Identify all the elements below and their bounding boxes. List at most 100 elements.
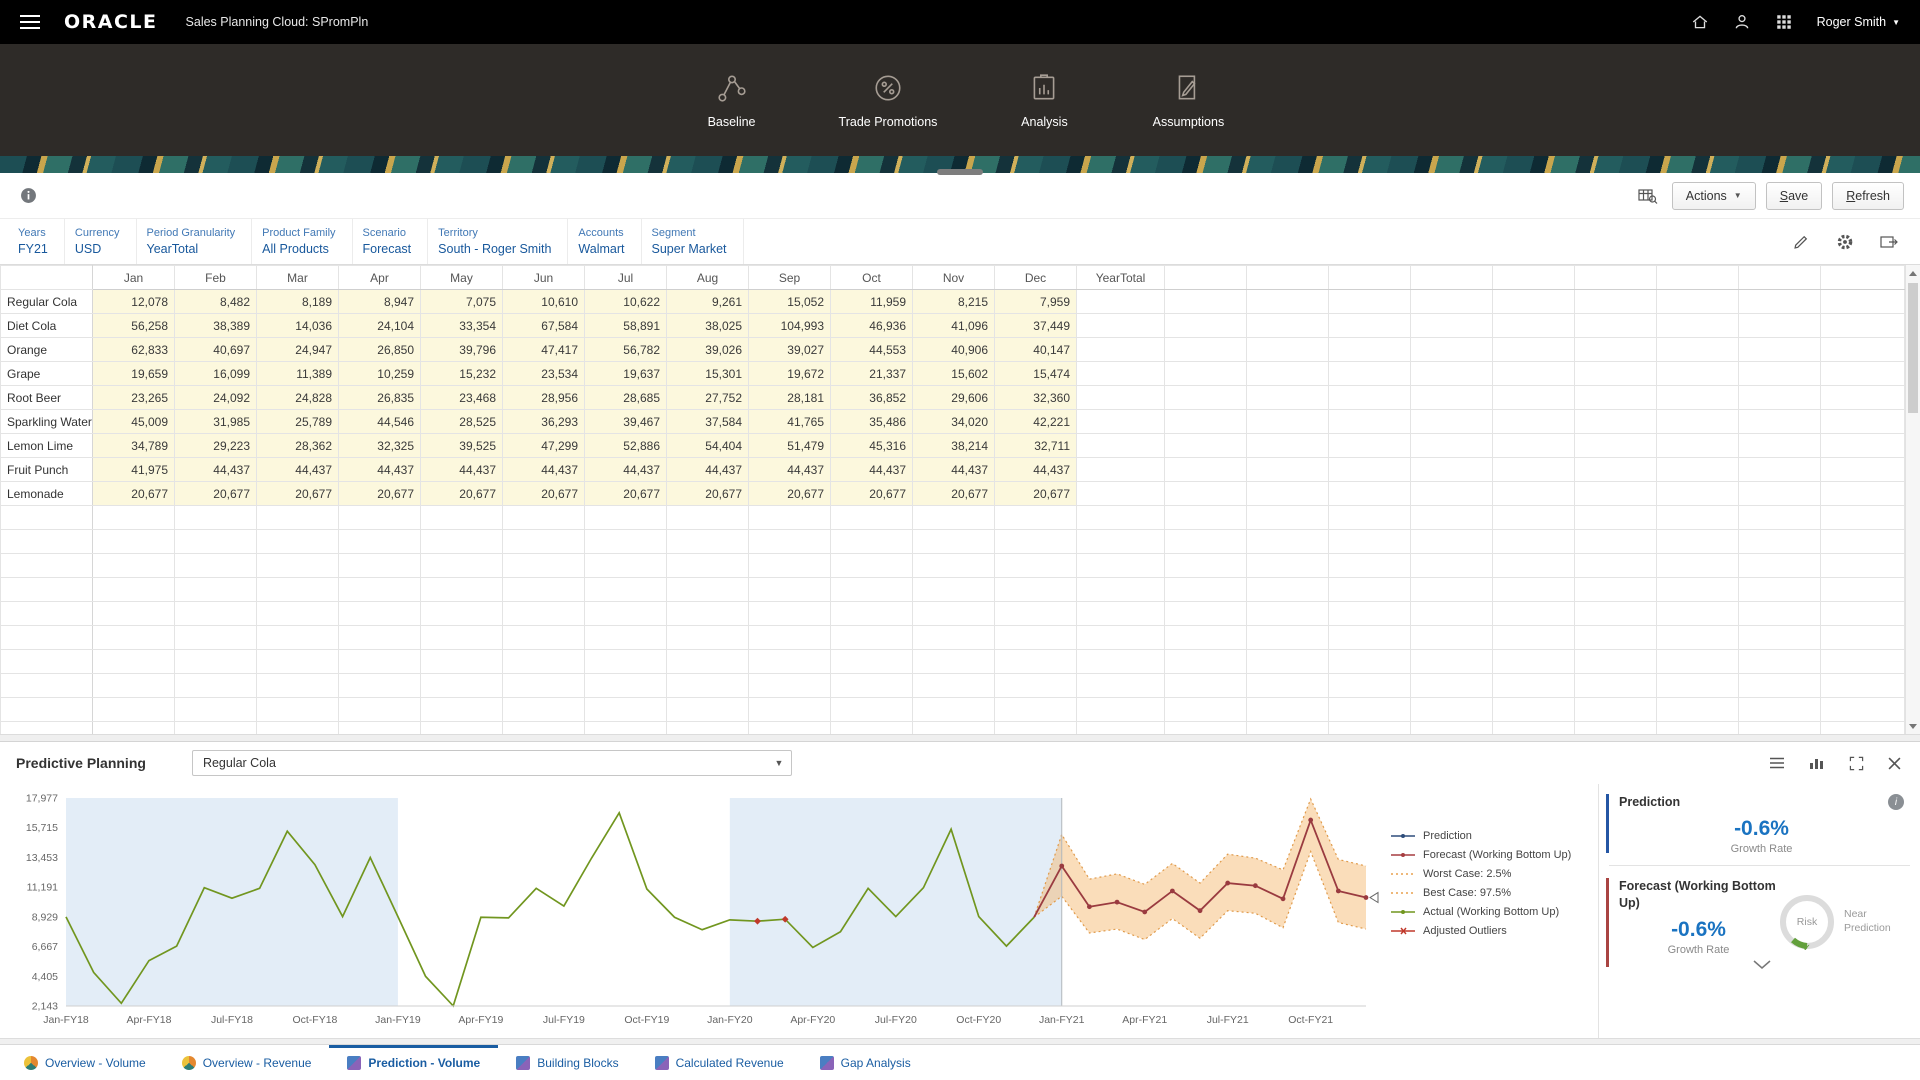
- grid-cell[interactable]: 21,337: [831, 362, 913, 386]
- grid-cell[interactable]: 28,685: [585, 386, 667, 410]
- grid-cell[interactable]: 12,078: [93, 290, 175, 314]
- grid-cell[interactable]: 23,534: [503, 362, 585, 386]
- panel-resize-gutter[interactable]: [0, 734, 1920, 742]
- grid-cell[interactable]: 37,449: [995, 314, 1077, 338]
- user-menu[interactable]: Roger Smith ▼: [1817, 15, 1900, 29]
- grid-cell[interactable]: [1077, 338, 1165, 362]
- grid-cell[interactable]: 20,677: [257, 482, 339, 506]
- grid-cell[interactable]: 20,677: [93, 482, 175, 506]
- grid-cell[interactable]: 38,025: [667, 314, 749, 338]
- open-pov-window-icon[interactable]: [1876, 230, 1902, 254]
- grid-cell[interactable]: 39,026: [667, 338, 749, 362]
- grid-cell[interactable]: 23,468: [421, 386, 503, 410]
- grid-cell[interactable]: 19,672: [749, 362, 831, 386]
- tab-gap-analysis[interactable]: Gap Analysis: [802, 1045, 929, 1080]
- grid-cell[interactable]: 35,486: [831, 410, 913, 434]
- home-icon[interactable]: [1691, 13, 1709, 31]
- grid-cell[interactable]: 15,474: [995, 362, 1077, 386]
- grid-cell[interactable]: [1077, 314, 1165, 338]
- grid-cell[interactable]: 40,147: [995, 338, 1077, 362]
- grid-cell[interactable]: 24,947: [257, 338, 339, 362]
- expand-chevron-icon[interactable]: [1619, 956, 1904, 969]
- grid-cell[interactable]: 19,659: [93, 362, 175, 386]
- grid-cell[interactable]: 40,906: [913, 338, 995, 362]
- column-header-apr[interactable]: Apr: [339, 266, 421, 290]
- grid-cell[interactable]: 15,232: [421, 362, 503, 386]
- column-header-yeartotal[interactable]: YearTotal: [1077, 266, 1165, 290]
- grid-cell[interactable]: 52,886: [585, 434, 667, 458]
- row-header[interactable]: Fruit Punch: [1, 458, 93, 482]
- grid-cell[interactable]: 20,677: [831, 482, 913, 506]
- collapse-handle[interactable]: [937, 169, 983, 175]
- module-analysis[interactable]: Analysis: [1007, 72, 1081, 129]
- row-header[interactable]: Grape: [1, 362, 93, 386]
- menu-icon[interactable]: [20, 15, 40, 29]
- grid-cell[interactable]: 44,437: [749, 458, 831, 482]
- grid-cell[interactable]: 36,293: [503, 410, 585, 434]
- grid-cell[interactable]: 8,189: [257, 290, 339, 314]
- grid-cell[interactable]: 26,850: [339, 338, 421, 362]
- column-header-may[interactable]: May: [421, 266, 503, 290]
- grid-cell[interactable]: 8,947: [339, 290, 421, 314]
- grid-cell[interactable]: 20,677: [667, 482, 749, 506]
- grid-cell[interactable]: 44,437: [421, 458, 503, 482]
- grid-cell[interactable]: 44,437: [667, 458, 749, 482]
- grid-cell[interactable]: 11,959: [831, 290, 913, 314]
- grid-cell[interactable]: 37,584: [667, 410, 749, 434]
- tab-building-blocks[interactable]: Building Blocks: [498, 1045, 636, 1080]
- grid-cell[interactable]: 45,009: [93, 410, 175, 434]
- scroll-up-button[interactable]: [1906, 265, 1920, 281]
- grid-cell[interactable]: 10,610: [503, 290, 585, 314]
- grid-cell[interactable]: 51,479: [749, 434, 831, 458]
- grid-cell[interactable]: 42,221: [995, 410, 1077, 434]
- column-header-jun[interactable]: Jun: [503, 266, 585, 290]
- grid-cell[interactable]: 27,752: [667, 386, 749, 410]
- grid-cell[interactable]: 29,606: [913, 386, 995, 410]
- refresh-button[interactable]: Refresh: [1832, 182, 1904, 210]
- info-icon[interactable]: [16, 183, 41, 208]
- grid-cell[interactable]: [1077, 410, 1165, 434]
- member-selector[interactable]: Regular Cola ▼: [192, 750, 792, 776]
- pov-product-family[interactable]: Product Family All Products: [252, 219, 352, 264]
- chart-type-icon[interactable]: [1806, 753, 1828, 773]
- grid-cell[interactable]: 31,985: [175, 410, 257, 434]
- close-icon[interactable]: [1885, 754, 1904, 773]
- grid-cell[interactable]: 46,936: [831, 314, 913, 338]
- row-header[interactable]: Lemon Lime: [1, 434, 93, 458]
- grid-cell[interactable]: 44,437: [995, 458, 1077, 482]
- module-baseline[interactable]: Baseline: [695, 72, 769, 129]
- apps-grid-icon[interactable]: [1775, 13, 1793, 31]
- grid-cell[interactable]: 39,796: [421, 338, 503, 362]
- tab-prediction-volume[interactable]: Prediction - Volume: [329, 1045, 498, 1080]
- tab-overview-volume[interactable]: Overview - Volume: [6, 1045, 164, 1080]
- row-header[interactable]: Regular Cola: [1, 290, 93, 314]
- grid-cell[interactable]: 24,104: [339, 314, 421, 338]
- vertical-scrollbar[interactable]: [1905, 265, 1920, 734]
- column-header-dec[interactable]: Dec: [995, 266, 1077, 290]
- column-header-oct[interactable]: Oct: [831, 266, 913, 290]
- column-header-mar[interactable]: Mar: [257, 266, 339, 290]
- pov-currency[interactable]: Currency USD: [65, 219, 137, 264]
- pov-years[interactable]: Years FY21: [8, 219, 65, 264]
- grid-cell[interactable]: 20,677: [913, 482, 995, 506]
- grid-cell[interactable]: 20,677: [749, 482, 831, 506]
- grid-cell[interactable]: 32,360: [995, 386, 1077, 410]
- column-header-aug[interactable]: Aug: [667, 266, 749, 290]
- grid-cell[interactable]: 34,020: [913, 410, 995, 434]
- module-assumptions[interactable]: Assumptions: [1151, 72, 1225, 129]
- column-header-sep[interactable]: Sep: [749, 266, 831, 290]
- user-icon[interactable]: [1733, 13, 1751, 31]
- pov-scenario[interactable]: Scenario Forecast: [353, 219, 429, 264]
- grid-cell[interactable]: 14,036: [257, 314, 339, 338]
- grid-cell[interactable]: 33,354: [421, 314, 503, 338]
- grid-cell[interactable]: 23,265: [93, 386, 175, 410]
- grid-cell[interactable]: 32,711: [995, 434, 1077, 458]
- scroll-thumb[interactable]: [1908, 283, 1918, 413]
- grid-cell[interactable]: 28,362: [257, 434, 339, 458]
- grid-search-icon[interactable]: [1634, 183, 1662, 209]
- grid-cell[interactable]: 9,261: [667, 290, 749, 314]
- grid-cell[interactable]: [1077, 290, 1165, 314]
- grid-cell[interactable]: 25,789: [257, 410, 339, 434]
- grid-cell[interactable]: 26,835: [339, 386, 421, 410]
- grid-cell[interactable]: 8,215: [913, 290, 995, 314]
